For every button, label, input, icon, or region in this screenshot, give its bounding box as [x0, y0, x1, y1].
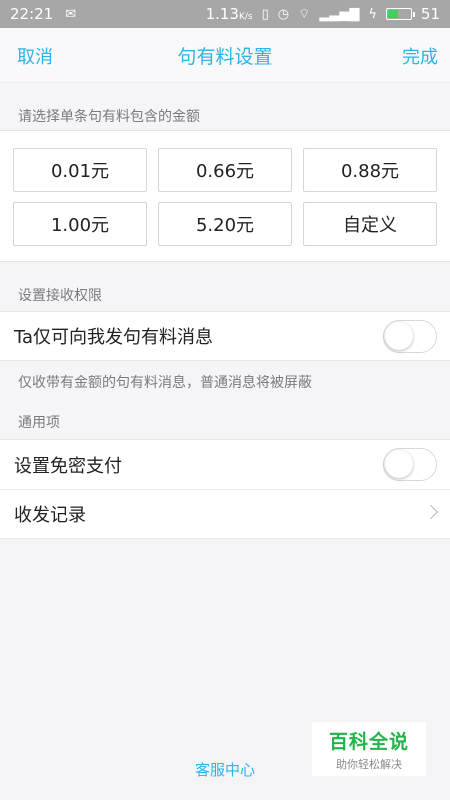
amount-option-1-00[interactable]: 1.00元: [13, 202, 147, 246]
permission-section-label: 设置接收权限: [18, 288, 102, 304]
no-password-pay-row: 设置免密支付: [0, 439, 450, 489]
permission-row-label: Ta仅可向我发句有料消息: [14, 327, 214, 348]
message-icon: ✉: [65, 6, 77, 22]
status-time: 22:21: [10, 5, 54, 23]
permission-note: 仅收带有金额的句有料消息，普通消息将被屏蔽: [18, 375, 312, 391]
cancel-button[interactable]: 取消: [17, 28, 53, 83]
permission-row: Ta仅可向我发句有料消息: [0, 311, 450, 361]
amount-panel: 0.01元 0.66元 0.88元 1.00元 5.20元 自定义: [0, 130, 450, 262]
watermark-logo: 百科全说 助你轻松解决: [312, 722, 426, 776]
battery-fill: [387, 10, 399, 18]
watermark-subtitle: 助你轻松解决: [336, 757, 402, 771]
signal-icon: ▂▃▅▇: [319, 6, 360, 22]
no-password-pay-label: 设置免密支付: [14, 455, 122, 477]
amount-option-5-20[interactable]: 5.20元: [158, 202, 292, 246]
status-bar: 22:21 ✉ 1.13K/s ▯ ◷ ⌔ ▂▃▅▇ ϟ 51: [0, 0, 450, 28]
wifi-icon: ⌔: [298, 6, 311, 22]
amount-option-custom[interactable]: 自定义: [303, 202, 437, 246]
toggle-knob: [385, 450, 413, 478]
nav-bar: 取消 句有料设置 完成: [0, 28, 450, 83]
records-label: 收发记录: [14, 505, 86, 526]
permission-toggle[interactable]: [383, 320, 437, 353]
done-button[interactable]: 完成: [402, 28, 438, 83]
amount-option-0-88[interactable]: 0.88元: [303, 148, 437, 192]
net-speed: 1.13K/s: [206, 5, 253, 23]
records-row[interactable]: 收发记录: [0, 489, 450, 539]
vibrate-icon: ▯: [261, 6, 269, 22]
watermark-title: 百科全说: [328, 730, 409, 753]
net-speed-unit: K/s: [238, 12, 253, 22]
battery-percent: 51: [420, 5, 440, 23]
amount-option-0-66[interactable]: 0.66元: [158, 148, 292, 192]
amount-option-0-01[interactable]: 0.01元: [13, 148, 147, 192]
general-section-label: 通用项: [18, 415, 60, 431]
no-password-pay-toggle[interactable]: [383, 448, 437, 481]
chevron-right-icon: [423, 504, 439, 520]
amount-section-label: 请选择单条句有料包含的金额: [18, 109, 200, 125]
net-speed-value: 1.13: [205, 5, 239, 23]
alarm-icon: ◷: [277, 6, 290, 22]
page-title: 句有料设置: [177, 45, 273, 68]
battery-icon: [385, 8, 415, 20]
charging-icon: ϟ: [368, 6, 377, 22]
toggle-knob: [385, 322, 413, 350]
